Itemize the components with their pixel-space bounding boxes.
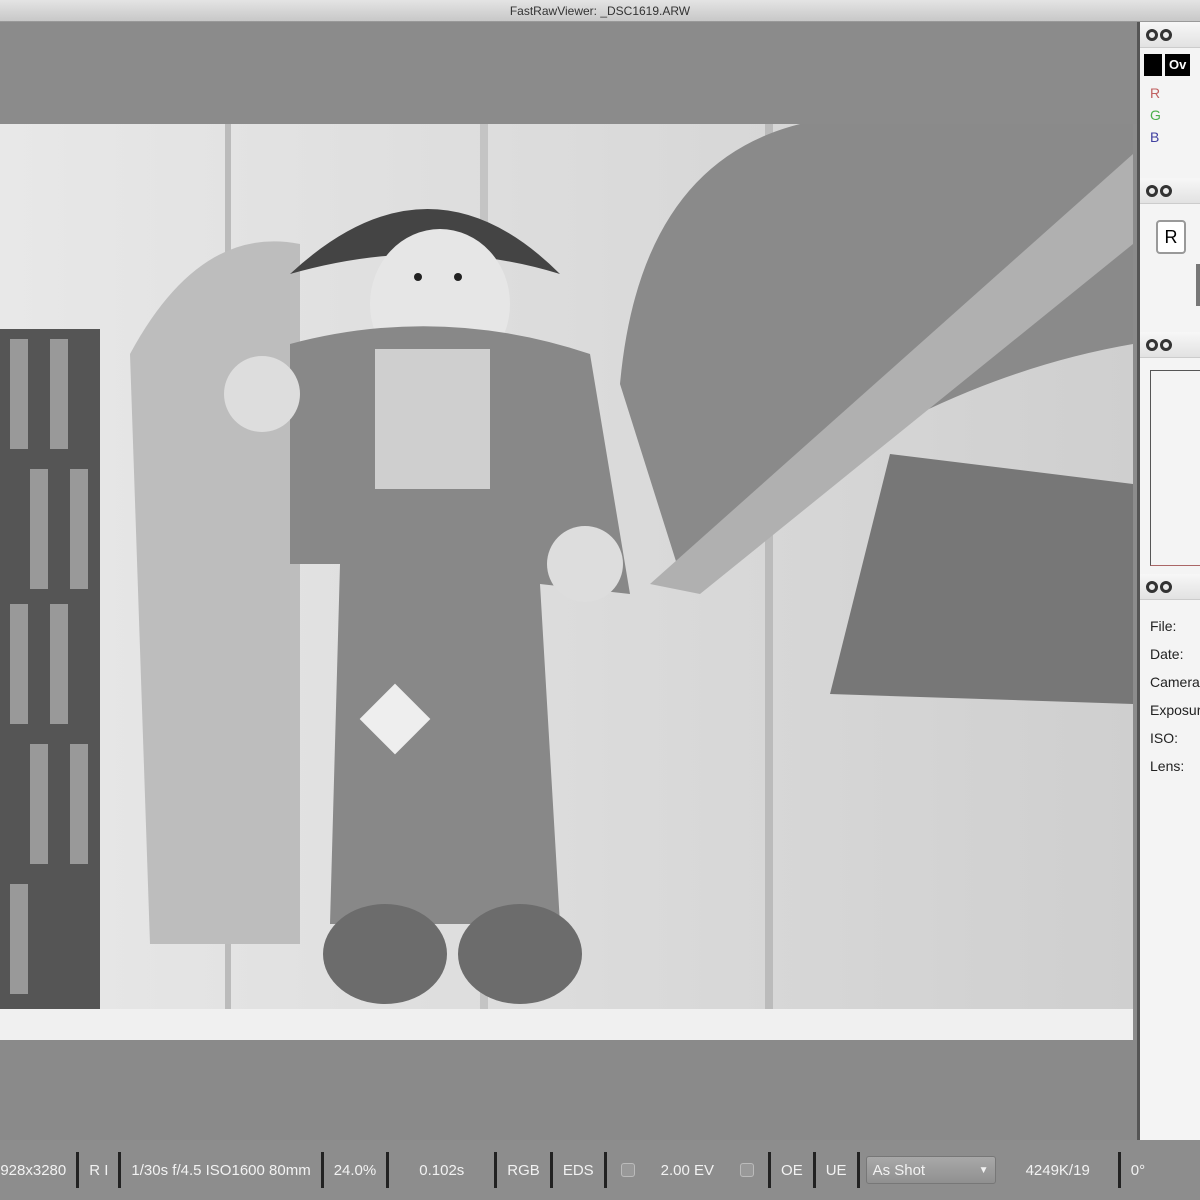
channel-g: G (1150, 107, 1161, 123)
ev-decrease-button[interactable] (620, 1163, 635, 1177)
overexposure-toggle[interactable]: OE (777, 1162, 807, 1179)
channel-r-button[interactable]: R (1156, 220, 1186, 254)
detach-icon[interactable] (1160, 28, 1172, 41)
background-area (0, 1040, 1137, 1140)
eds-toggle[interactable]: EDS (559, 1162, 598, 1179)
channel-b: B (1150, 129, 1160, 145)
detach-icon[interactable] (1160, 338, 1172, 351)
white-balance-value: As Shot (872, 1161, 926, 1179)
detach-icon[interactable] (1160, 580, 1172, 593)
panel-header-histogram-controls[interactable] (1140, 178, 1200, 204)
rgb-toggle[interactable]: RGB (503, 1162, 544, 1179)
color-swatch (1144, 54, 1162, 76)
exposure-info: 1/30s f/4.5 ISO1600 80mm (131, 1161, 311, 1179)
white-balance-dropdown[interactable]: As Shot ▼ (865, 1156, 996, 1184)
detach-icon[interactable] (1160, 184, 1172, 197)
slider-handle[interactable] (1196, 264, 1200, 306)
color-temperature: 4249K/19 (1025, 1161, 1090, 1179)
title-bar: FastRawViewer: _DSC1619.ARW (0, 0, 1200, 22)
collapse-icon[interactable] (1146, 580, 1158, 593)
exif-file-label: File: (1150, 618, 1177, 634)
channel-r: R (1150, 85, 1161, 101)
histogram (1150, 370, 1200, 566)
render-time: 0.102s (419, 1161, 465, 1179)
rating[interactable]: R I (85, 1162, 112, 1179)
image-view[interactable] (0, 124, 1133, 1040)
overexposure-label[interactable]: Ov (1165, 54, 1191, 76)
exif-list: File: Date: Camera: Exposure: ISO: Lens: (1140, 600, 1200, 780)
zoom-level[interactable]: 24.0% (330, 1162, 381, 1179)
rotation[interactable]: 0° (1127, 1162, 1149, 1179)
collapse-icon[interactable] (1146, 184, 1158, 197)
exif-iso-label: ISO: (1150, 730, 1179, 746)
exposure-compensation[interactable]: 2.00 EV (657, 1162, 718, 1179)
exif-lens-label: Lens: (1150, 758, 1185, 774)
panel-header-exif[interactable] (1140, 574, 1200, 600)
window-title: FastRawViewer: _DSC1619.ARW (509, 4, 691, 18)
overexposure-row: Ov (1140, 48, 1200, 82)
status-bar: 4928x3280 R I 1/30s f/4.5 ISO1600 80mm 2… (0, 1140, 1200, 1200)
collapse-icon[interactable] (1146, 28, 1158, 41)
chevron-down-icon: ▼ (978, 1164, 989, 1176)
exif-camera-label: Camera: (1150, 674, 1200, 690)
toolbar-area (0, 22, 1137, 124)
photo-image (0, 124, 1133, 1040)
image-dimensions: 4928x3280 (0, 1161, 67, 1179)
ev-increase-button[interactable] (740, 1163, 755, 1177)
exif-date-label: Date: (1150, 646, 1184, 662)
right-panel: Ov R G B R File: Date: Camera: Exposure:… (1137, 22, 1200, 1140)
underexposure-toggle[interactable]: UE (822, 1162, 851, 1179)
panel-header-exposure[interactable] (1140, 22, 1200, 48)
exif-exposure-label: Exposure: (1150, 702, 1200, 718)
panel-header-histogram[interactable] (1140, 332, 1200, 358)
collapse-icon[interactable] (1146, 338, 1158, 351)
